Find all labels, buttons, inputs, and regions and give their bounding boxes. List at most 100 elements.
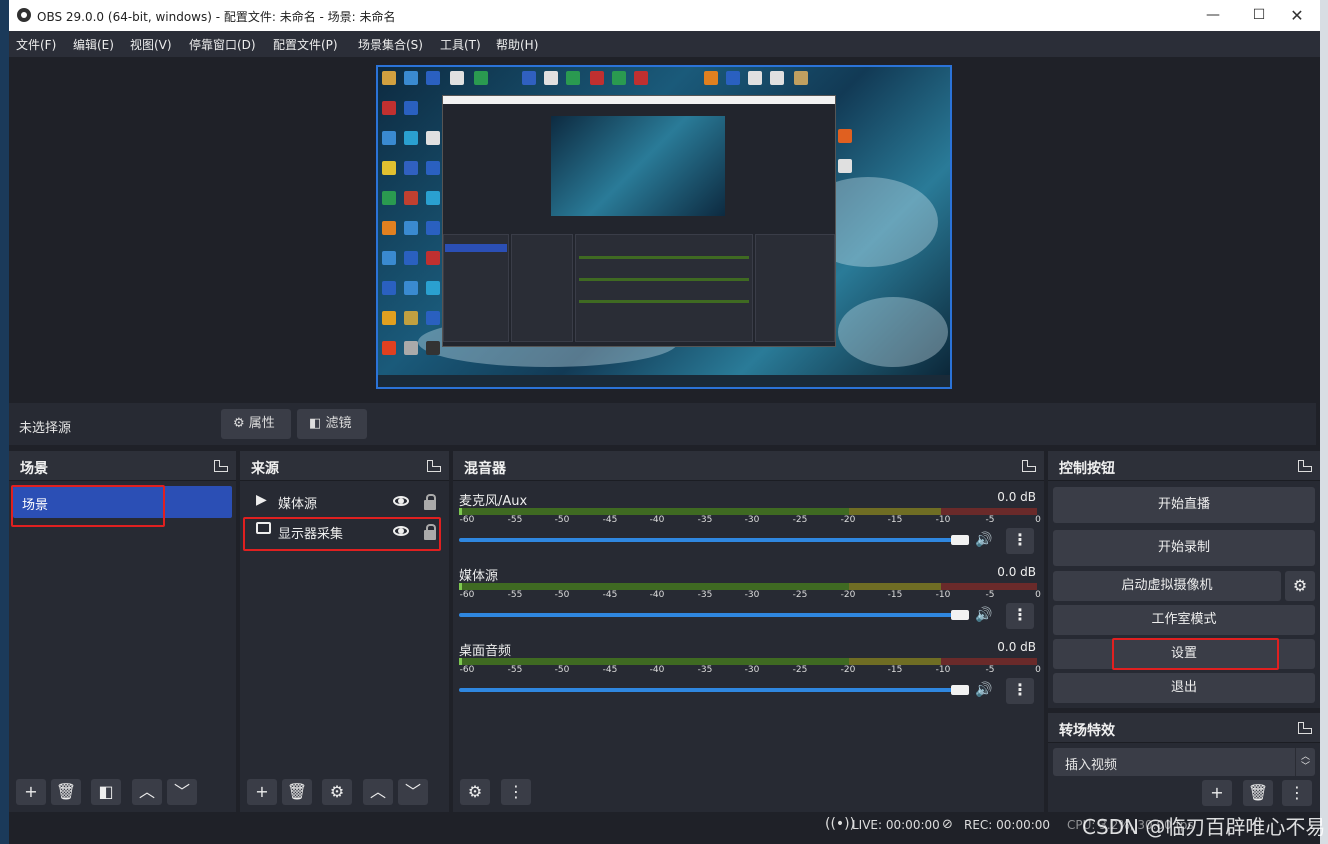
meter-scale-tick: -45 [602,590,618,600]
stream-signal-icon: ((•)) [825,816,856,832]
meter-scale-tick: -30 [744,515,760,525]
source-properties-button[interactable]: ⚙ [322,779,352,805]
undock-icon[interactable] [214,460,228,472]
remove-scene-button[interactable]: 🗑 [51,779,81,805]
scenes-title: 场景 [20,461,48,477]
source-item-media[interactable]: ▶ 媒体源 [244,486,446,516]
add-transition-button[interactable]: + [1202,780,1232,806]
spinner-icon: ︿ ﹀ [1295,748,1315,776]
start-recording-button[interactable]: 开始录制 [1053,530,1315,566]
volume-slider[interactable] [459,538,969,542]
meter-scale-tick: -25 [792,515,808,525]
source-item-label: 媒体源 [278,497,318,512]
menu-docks[interactable]: 停靠窗口(D) [189,36,256,53]
remove-source-button[interactable]: 🗑 [282,779,312,805]
preview-canvas[interactable] [376,65,952,389]
undock-icon[interactable] [1022,460,1036,472]
lock-icon[interactable] [424,494,436,510]
preview-taskbar [378,375,950,387]
meter-scale-tick: -60 [459,590,475,600]
highlight-box-scene [11,485,165,527]
meter-scale-tick: -30 [744,590,760,600]
menu-view[interactable]: 视图(V) [130,36,172,53]
properties-button[interactable]: ⚙ 属性 [221,409,291,439]
speaker-icon[interactable]: 🔊 [975,532,992,548]
menu-file[interactable]: 文件(F) [16,36,56,53]
gear-icon: ⚙ [233,416,245,431]
sources-dock: 来源 ▶ 媒体源 显示器采集 + 🗑 ⚙ ︿ ﹀ [240,451,449,812]
menu-profile[interactable]: 配置文件(P) [273,36,338,53]
remove-transition-button[interactable]: 🗑 [1243,780,1273,806]
scene-filters-button[interactable]: ◧ [91,779,121,805]
volume-slider[interactable] [459,613,969,617]
meter-scale: -60 -55 -50 -45 -40 -35 -30 -25 -20 -15 -10 -5 0 [455,665,1045,677]
rec-icon: ⊘ [942,817,953,832]
channel-menu-button[interactable]: ⋮ [1006,528,1034,554]
visibility-eye-icon[interactable] [393,496,409,506]
channel-name: 麦克风/Aux [459,494,528,509]
volume-slider-knob[interactable] [951,685,969,695]
meter-scale-tick: -10 [935,665,951,675]
close-button[interactable]: ✕ [1274,0,1320,31]
menu-edit[interactable]: 编辑(E) [73,36,114,53]
channel-db: 0.0 dB [997,640,1036,654]
virtual-camera-settings-button[interactable]: ⚙ [1285,571,1315,601]
scenes-header: 场景 [9,451,236,481]
watermark: CSDN @临刃百辟唯心不易 [1082,815,1326,839]
exit-button[interactable]: 退出 [1053,673,1315,703]
undock-icon[interactable] [427,460,441,472]
move-source-down-button[interactable]: ﹀ [398,779,428,805]
volume-slider-knob[interactable] [951,610,969,620]
filters-label: 滤镜 [325,416,352,431]
start-streaming-button[interactable]: 开始直播 [1053,487,1315,523]
studio-mode-button[interactable]: 工作室模式 [1053,605,1315,635]
meter-scale-tick: 0 [1035,665,1041,675]
start-virtual-camera-button[interactable]: 启动虚拟摄像机 [1053,571,1281,601]
volume-slider-knob[interactable] [951,535,969,545]
desktop-edge-left [0,0,9,844]
meter-scale-tick: -15 [887,590,903,600]
meter-scale: -60 -55 -50 -45 -40 -35 -30 -25 -20 -15 -10 -5 0 [455,590,1045,602]
add-source-button[interactable]: + [247,779,277,805]
transition-menu-button[interactable]: ⋮ [1282,780,1312,806]
meter-scale-tick: 0 [1035,515,1041,525]
meter-scale-tick: -40 [649,590,665,600]
volume-slider[interactable] [459,688,969,692]
controls-header: 控制按钮 [1048,451,1320,481]
mixer-menu-button[interactable]: ⋮ [501,779,531,805]
filters-button[interactable]: ◧ 滤镜 [297,409,367,439]
sources-header: 来源 [240,451,449,481]
undock-icon[interactable] [1298,460,1312,472]
volume-meter [459,658,1037,665]
source-toolbar: 未选择源 ⚙ 属性 ◧ 滤镜 [9,403,1316,445]
move-source-up-button[interactable]: ︿ [363,779,393,805]
move-scene-up-button[interactable]: ︿ [132,779,162,805]
menu-help[interactable]: 帮助(H) [496,36,538,53]
audio-settings-button[interactable]: ⚙ [460,779,490,805]
add-scene-button[interactable]: + [16,779,46,805]
menu-scene-collection[interactable]: 场景集合(S) [358,36,423,53]
meter-scale-tick: -15 [887,665,903,675]
minimize-button[interactable]: — [1190,0,1236,31]
live-status: LIVE: 00:00:00 [852,818,940,832]
mixer-channel: 麦克风/Aux 0.0 dB -60 -55 -50 -45 -40 -35 -30 -25 -20… [453,486,1044,561]
desktop-edge-right [1320,0,1328,844]
channel-menu-button[interactable]: ⋮ [1006,603,1034,629]
meter-scale: -60 -55 -50 -45 -40 -35 -30 -25 -20 -15 -10 -5 0 [455,515,1045,527]
meter-scale-tick: -10 [935,590,951,600]
move-scene-down-button[interactable]: ﹀ [167,779,197,805]
no-source-selected-label: 未选择源 [19,421,72,436]
speaker-icon[interactable]: 🔊 [975,607,992,623]
speaker-icon[interactable]: 🔊 [975,682,992,698]
channel-name: 桌面音频 [459,644,512,659]
menu-tools[interactable]: 工具(T) [440,36,481,53]
transition-select[interactable]: 插入视频 ︿ ﹀ [1053,748,1315,776]
undock-icon[interactable] [1298,722,1312,734]
meter-scale-tick: -5 [985,515,995,525]
meter-scale-tick: -60 [459,515,475,525]
meter-scale-tick: -45 [602,665,618,675]
title-bar: OBS 29.0.0 (64-bit, windows) - 配置文件: 未命名… [9,0,1320,31]
channel-menu-button[interactable]: ⋮ [1006,678,1034,704]
sources-title: 来源 [251,461,279,477]
volume-meter [459,508,1037,515]
